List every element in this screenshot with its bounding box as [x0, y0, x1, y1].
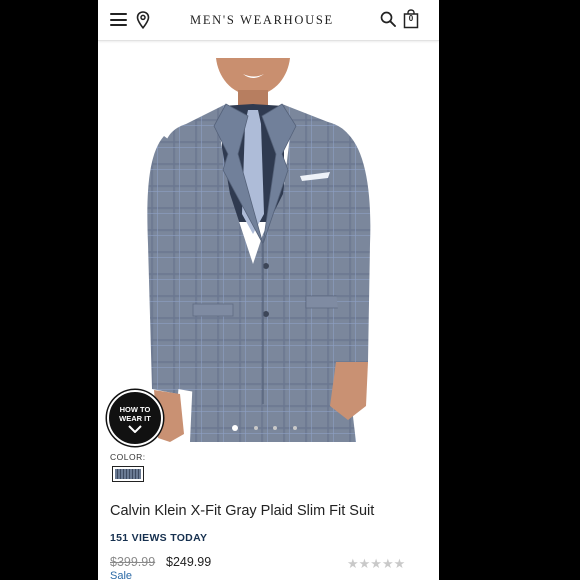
- swatch-fill: [115, 469, 141, 479]
- bag-count: 0: [408, 14, 414, 23]
- original-price: $399.99: [110, 555, 156, 569]
- suit-model-photo: [147, 58, 371, 442]
- product-image[interactable]: [98, 44, 439, 442]
- chevron-down-icon: [128, 425, 142, 433]
- carousel-dot-3[interactable]: [273, 426, 277, 430]
- views-today: 151 VIEWS TODAY: [110, 532, 208, 544]
- product-title: Calvin Klein X-Fit Gray Plaid Slim Fit S…: [110, 503, 375, 519]
- site-logo[interactable]: MEN'S WEARHOUSE: [190, 13, 340, 28]
- mobile-viewport: MEN'S WEARHOUSE 0 HOW TO WEAR IT COLOR: …: [98, 0, 439, 580]
- sale-price: $249.99: [166, 555, 212, 569]
- image-carousel-dots: [228, 425, 308, 433]
- hamburger-menu-icon[interactable]: [110, 12, 127, 27]
- color-label: COLOR:: [110, 452, 146, 462]
- color-swatch-selected[interactable]: [112, 466, 144, 482]
- site-header: MEN'S WEARHOUSE 0: [98, 0, 439, 41]
- carousel-dot-1[interactable]: [232, 425, 238, 431]
- location-pin-icon[interactable]: [136, 11, 150, 29]
- how-to-wear-it-button[interactable]: HOW TO WEAR IT: [107, 390, 163, 446]
- how-to-wear-it-label: HOW TO WEAR IT: [119, 405, 151, 423]
- sale-label: Sale: [110, 570, 133, 580]
- carousel-dot-2[interactable]: [254, 426, 258, 430]
- carousel-dot-4[interactable]: [293, 426, 297, 430]
- search-icon[interactable]: [380, 11, 396, 27]
- rating-stars[interactable]: ★★★★★: [347, 556, 405, 572]
